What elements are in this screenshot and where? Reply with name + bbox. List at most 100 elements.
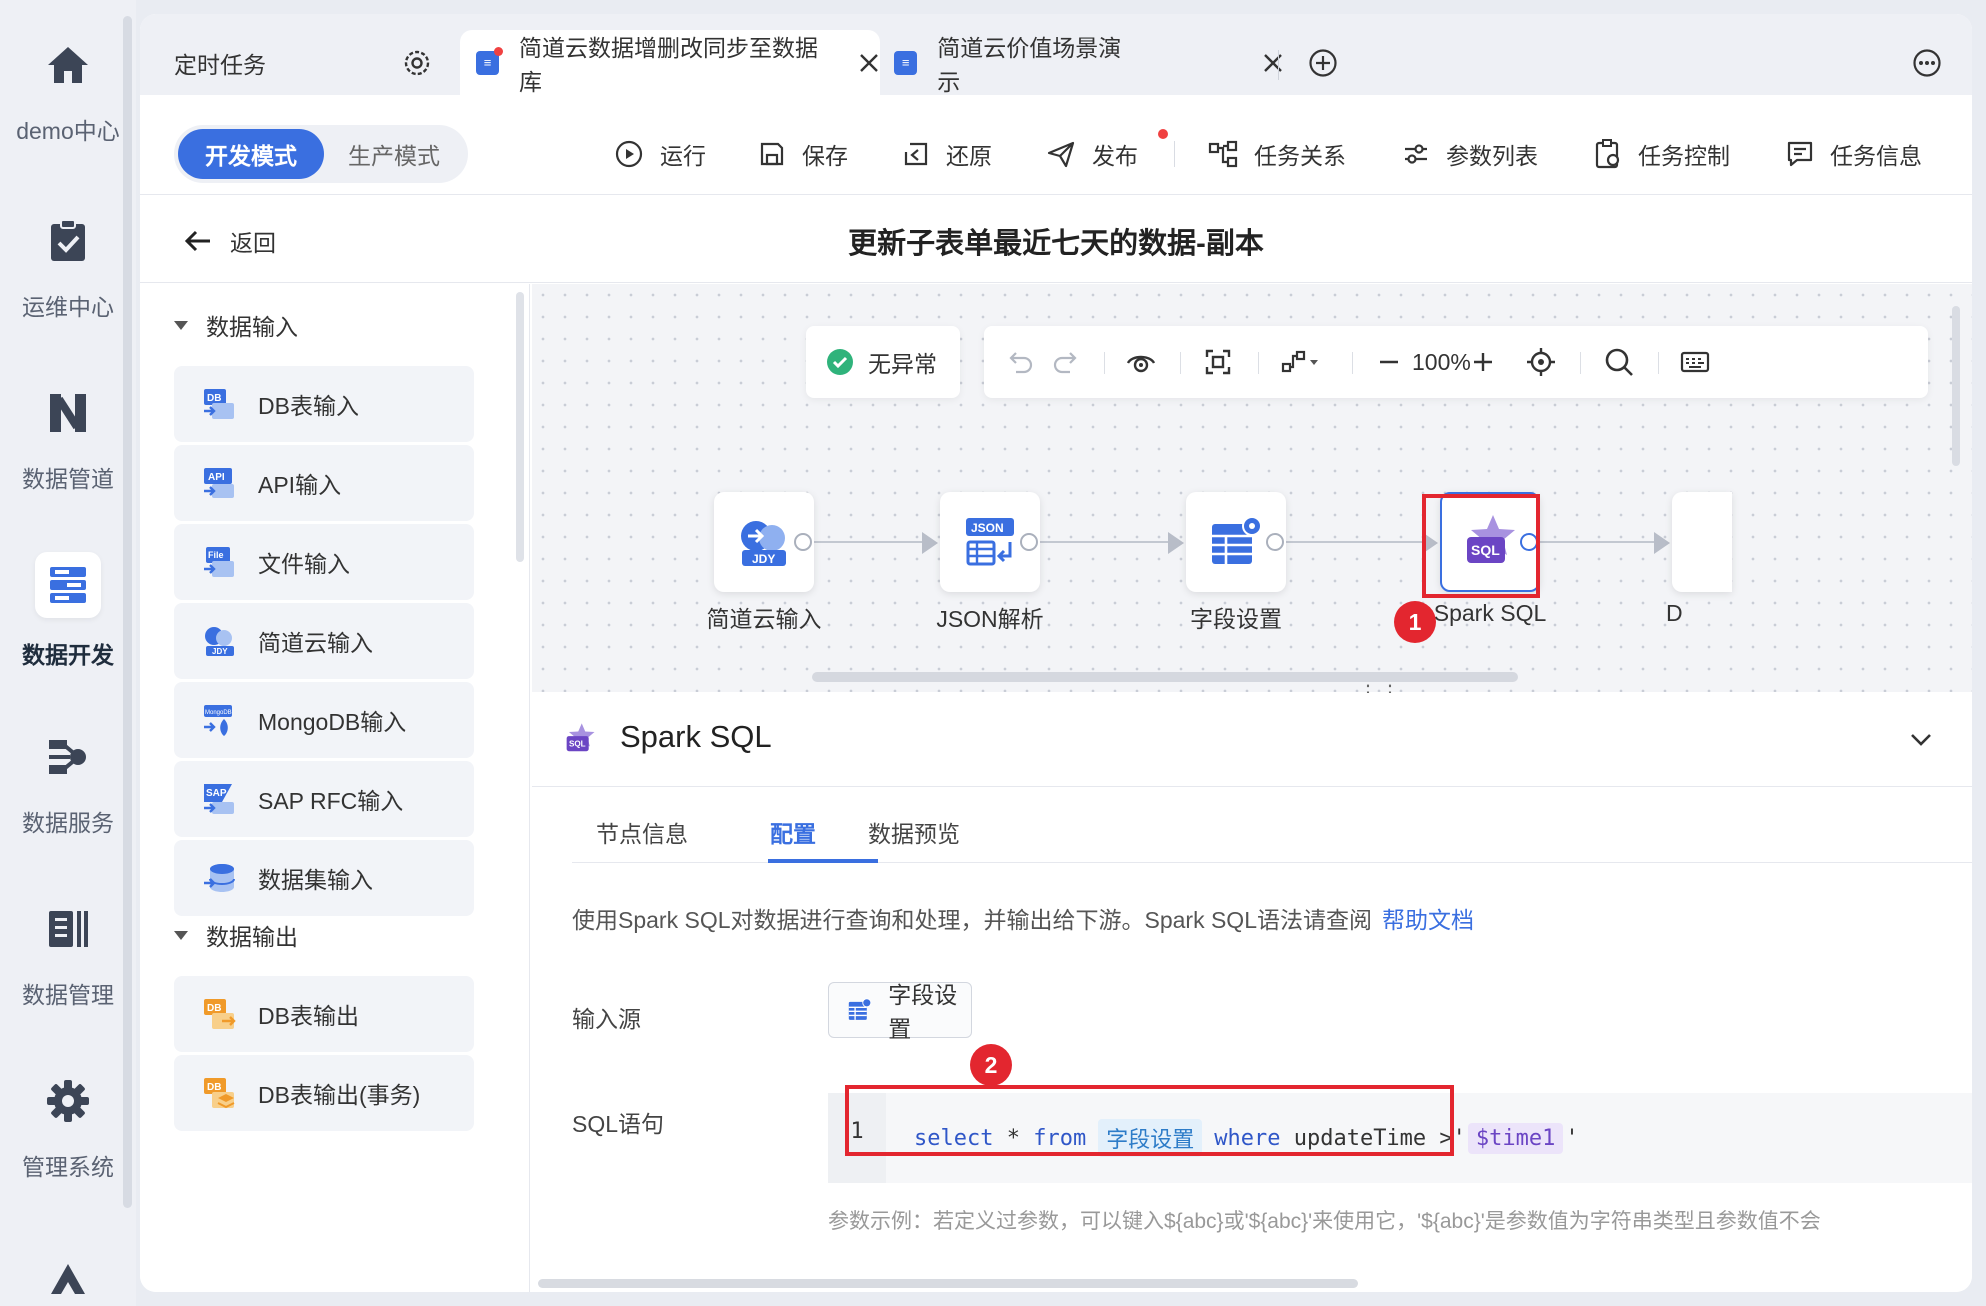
rail-item-ops[interactable]: 运维中心 bbox=[0, 214, 136, 322]
keyboard-icon[interactable] bbox=[1680, 348, 1710, 376]
tab-scheduled-task[interactable]: 定时任务 bbox=[174, 30, 374, 95]
component-api-input[interactable]: API API输入 bbox=[174, 445, 474, 521]
canvas-vertical-scrollbar[interactable] bbox=[1952, 306, 1960, 466]
tab-jdy-sync[interactable]: ≡ 简道云数据增删改同步至数据库 bbox=[460, 30, 880, 95]
task-control-button[interactable]: 任务控制 bbox=[1594, 137, 1730, 171]
left-rail: demo中心 运维中心 数据管道 数据开发 数据服务 数据管理 管理系统 bbox=[0, 0, 136, 1306]
redo-icon[interactable] bbox=[1052, 348, 1078, 376]
gear-icon bbox=[41, 1074, 95, 1128]
chevron-down-icon[interactable] bbox=[1908, 727, 1934, 753]
flow-canvas[interactable]: 无异常 100% JDY 简道云输入 JSON JSON解析 字段设置 SQL … bbox=[532, 284, 1972, 692]
rail-label: 数据服务 bbox=[22, 810, 114, 836]
highlight-box-node bbox=[1422, 494, 1540, 598]
node-label: 简道云输入 bbox=[706, 606, 822, 632]
mongodb-input-icon: MongoDB bbox=[202, 703, 236, 737]
task-relation-button[interactable]: 任务关系 bbox=[1208, 137, 1346, 171]
caret-down-icon bbox=[174, 320, 188, 330]
rail-scrollbar[interactable] bbox=[123, 16, 132, 1208]
component-sap-input[interactable]: SAP SAP RFC输入 bbox=[174, 761, 474, 837]
input-group-header[interactable]: 数据输入 bbox=[174, 308, 298, 342]
svg-text:DB: DB bbox=[207, 1082, 221, 1093]
save-button[interactable]: 保存 bbox=[758, 137, 848, 171]
run-label: 运行 bbox=[660, 143, 706, 169]
rail-item-pipeline[interactable]: 数据管道 bbox=[0, 386, 136, 494]
component-db-output-tx[interactable]: DB DB表输出(事务) bbox=[174, 1055, 474, 1131]
help-doc-link[interactable]: 帮助文档 bbox=[1382, 907, 1474, 933]
node-input-port[interactable] bbox=[1168, 532, 1184, 554]
close-icon[interactable] bbox=[1262, 52, 1284, 74]
source-chip[interactable]: 字段设置 bbox=[828, 982, 972, 1042]
back-button[interactable]: 返回 bbox=[184, 224, 276, 258]
divider bbox=[1180, 352, 1181, 374]
param-list-label: 参数列表 bbox=[1446, 143, 1538, 169]
rail-item-data-service[interactable]: 数据服务 bbox=[0, 730, 136, 838]
flow-link bbox=[1532, 541, 1654, 543]
run-button[interactable]: 运行 bbox=[614, 137, 706, 171]
relation-icon bbox=[1208, 140, 1238, 168]
node-input-port[interactable] bbox=[922, 532, 938, 554]
svg-text:JDY: JDY bbox=[752, 552, 775, 566]
locate-icon[interactable] bbox=[1526, 348, 1556, 376]
dev-mode-button[interactable]: 开发模式 bbox=[178, 129, 324, 179]
config-header: SQL Spark SQL bbox=[532, 693, 1972, 787]
tab-config[interactable]: 配置 bbox=[770, 815, 816, 849]
svg-text:SQL: SQL bbox=[569, 740, 586, 749]
rail-item-data-manage[interactable]: 数据管理 bbox=[0, 902, 136, 1010]
svg-text:SAP: SAP bbox=[206, 788, 227, 799]
zoom-out-icon[interactable] bbox=[1378, 348, 1400, 376]
component-label: DB表输出 bbox=[258, 1003, 359, 1029]
layout-menu-icon[interactable] bbox=[1280, 348, 1320, 376]
component-dataset-input[interactable]: 数据集输入 bbox=[174, 840, 474, 916]
restore-button[interactable]: 还原 bbox=[902, 137, 992, 171]
tab-bar: 定时任务 ≡ 简道云数据增删改同步至数据库 ≡ 简道云价值场景演示 bbox=[140, 14, 1972, 95]
component-label: 数据集输入 bbox=[258, 867, 373, 893]
component-file-input[interactable]: File 文件输入 bbox=[174, 524, 474, 600]
component-db-output[interactable]: DB DB表输出 bbox=[174, 976, 474, 1052]
zoom-in-icon[interactable] bbox=[1472, 348, 1494, 376]
save-icon bbox=[760, 142, 784, 166]
add-tab-icon[interactable] bbox=[1308, 48, 1338, 78]
tab-data-preview[interactable]: 数据预览 bbox=[868, 815, 960, 849]
node-output-port[interactable] bbox=[1266, 533, 1284, 551]
config-panel: SQL Spark SQL 节点信息 配置 数据预览 使用Spark SQL对数… bbox=[532, 693, 1972, 1292]
source-label: 输入源 bbox=[572, 1006, 641, 1032]
mode-switch: 开发模式 生产模式 bbox=[174, 125, 468, 183]
play-icon bbox=[615, 140, 643, 168]
component-mongodb-input[interactable]: MongoDB MongoDB输入 bbox=[174, 682, 474, 758]
rail-item-data-dev[interactable]: 数据开发 bbox=[0, 552, 136, 670]
close-icon[interactable] bbox=[858, 52, 880, 74]
canvas-horizontal-scrollbar[interactable] bbox=[812, 672, 1518, 682]
flow-link bbox=[1030, 541, 1168, 543]
component-jdy-input[interactable]: JDY 简道云输入 bbox=[174, 603, 474, 679]
search-icon[interactable] bbox=[1604, 348, 1634, 376]
component-label: MongoDB输入 bbox=[258, 709, 407, 735]
undo-icon[interactable] bbox=[1008, 348, 1034, 376]
node-label: D bbox=[1666, 600, 1683, 626]
param-list-button[interactable]: 参数列表 bbox=[1402, 137, 1538, 171]
fit-view-icon[interactable] bbox=[1204, 348, 1232, 376]
svg-text:JDY: JDY bbox=[212, 647, 228, 656]
config-horizontal-scrollbar[interactable] bbox=[538, 1279, 1358, 1288]
tab-node-info[interactable]: 节点信息 bbox=[596, 815, 688, 849]
divider bbox=[1352, 352, 1353, 374]
back-label: 返回 bbox=[230, 230, 276, 256]
unsaved-dot bbox=[494, 46, 504, 56]
prod-mode-button[interactable]: 生产模式 bbox=[324, 129, 464, 179]
component-db-input[interactable]: DB DB表输入 bbox=[174, 366, 474, 442]
node-input-port[interactable] bbox=[1654, 532, 1670, 554]
tab-jdy-value-demo[interactable]: ≡ 简道云价值场景演示 bbox=[894, 30, 1284, 95]
preview-eye-icon[interactable] bbox=[1126, 348, 1156, 376]
component-panel-scrollbar[interactable] bbox=[516, 292, 524, 562]
publish-button[interactable]: 发布 bbox=[1046, 129, 1168, 171]
output-group-header[interactable]: 数据输出 bbox=[174, 918, 298, 952]
rail-item-admin[interactable]: 管理系统 bbox=[0, 1074, 136, 1182]
node-next-partial[interactable] bbox=[1672, 492, 1732, 592]
task-info-button[interactable]: 任务信息 bbox=[1786, 137, 1922, 171]
task-doc-icon: ≡ bbox=[894, 50, 918, 75]
save-label: 保存 bbox=[802, 143, 848, 169]
more-icon[interactable] bbox=[1912, 48, 1942, 78]
settings-icon[interactable] bbox=[402, 48, 432, 78]
node-output-port[interactable] bbox=[794, 533, 812, 551]
node-output-port[interactable] bbox=[1020, 533, 1038, 551]
rail-item-demo[interactable]: demo中心 bbox=[0, 38, 136, 146]
